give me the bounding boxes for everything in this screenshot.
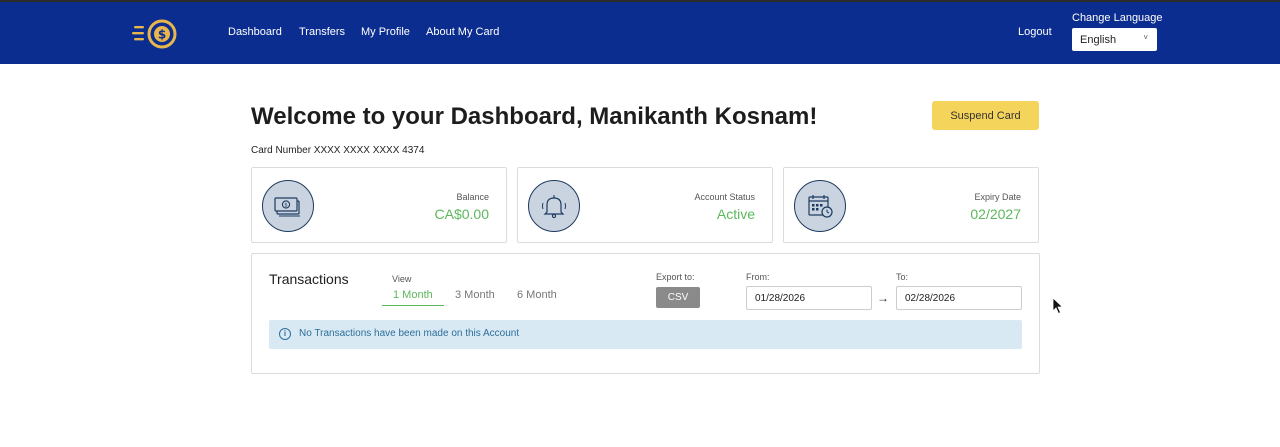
view-label: View [392,274,412,284]
from-date-input[interactable]: 01/28/2026 [746,286,872,310]
nav-transfers-link[interactable]: Transfers [299,26,345,38]
nav-my-profile-link[interactable]: My Profile [361,26,410,38]
expiry-date-value: 02/2027 [970,206,1021,222]
from-label: From: [746,272,770,282]
active-tab-underline [382,305,444,306]
svg-text:$: $ [284,203,288,209]
nav-about-card-link[interactable]: About My Card [426,26,499,38]
account-status-value: Active [716,206,755,222]
svg-text:$: $ [158,28,166,42]
logout-link[interactable]: Logout [1018,26,1052,38]
balance-label: Balance [456,192,489,202]
notice-text: No Transactions have been made on this A… [299,328,520,339]
chevron-down-icon: ˅ [1143,33,1148,42]
card-number: Card Number XXXX XXXX XXXX 4374 [251,145,425,156]
expiry-date-card: Expiry Date 02/2027 [783,167,1039,243]
language-select[interactable]: English ˅ [1072,28,1157,51]
to-label: To: [896,272,909,282]
top-navbar: $ Dashboard Transfers My Profile About M… [0,2,1280,64]
nav-dashboard-link[interactable]: Dashboard [228,26,282,38]
page-title: Welcome to your Dashboard, Manikanth Kos… [251,103,818,130]
balance-card: $ Balance CA$0.00 [251,167,507,243]
arrow-right-icon: → [877,291,889,305]
csv-export-button[interactable]: CSV [656,287,700,308]
no-transactions-notice: i No Transactions have been made on this… [269,320,1022,349]
expiry-date-label: Expiry Date [974,192,1021,202]
to-date-input[interactable]: 02/28/2026 [896,286,1022,310]
suspend-card-button[interactable]: Suspend Card [932,101,1039,130]
tab-1-month[interactable]: 1 Month [393,289,433,301]
bell-icon [528,180,580,232]
change-language-label: Change Language [1072,12,1163,24]
cash-icon: $ [262,180,314,232]
tab-6-month[interactable]: 6 Month [517,289,557,301]
account-status-label: Account Status [694,192,755,202]
export-label: Export to: [656,272,695,282]
balance-value: CA$0.00 [434,206,489,222]
dollar-coin-logo-icon[interactable]: $ [132,17,180,51]
mouse-cursor-icon [1052,297,1064,320]
account-status-card: Account Status Active [517,167,773,243]
tab-3-month[interactable]: 3 Month [455,289,495,301]
language-value: English [1080,34,1117,46]
transactions-panel: Transactions View 1 Month 3 Month 6 Mont… [251,253,1040,374]
info-icon: i [279,328,291,340]
transactions-title: Transactions [269,271,349,287]
calendar-icon [794,180,846,232]
